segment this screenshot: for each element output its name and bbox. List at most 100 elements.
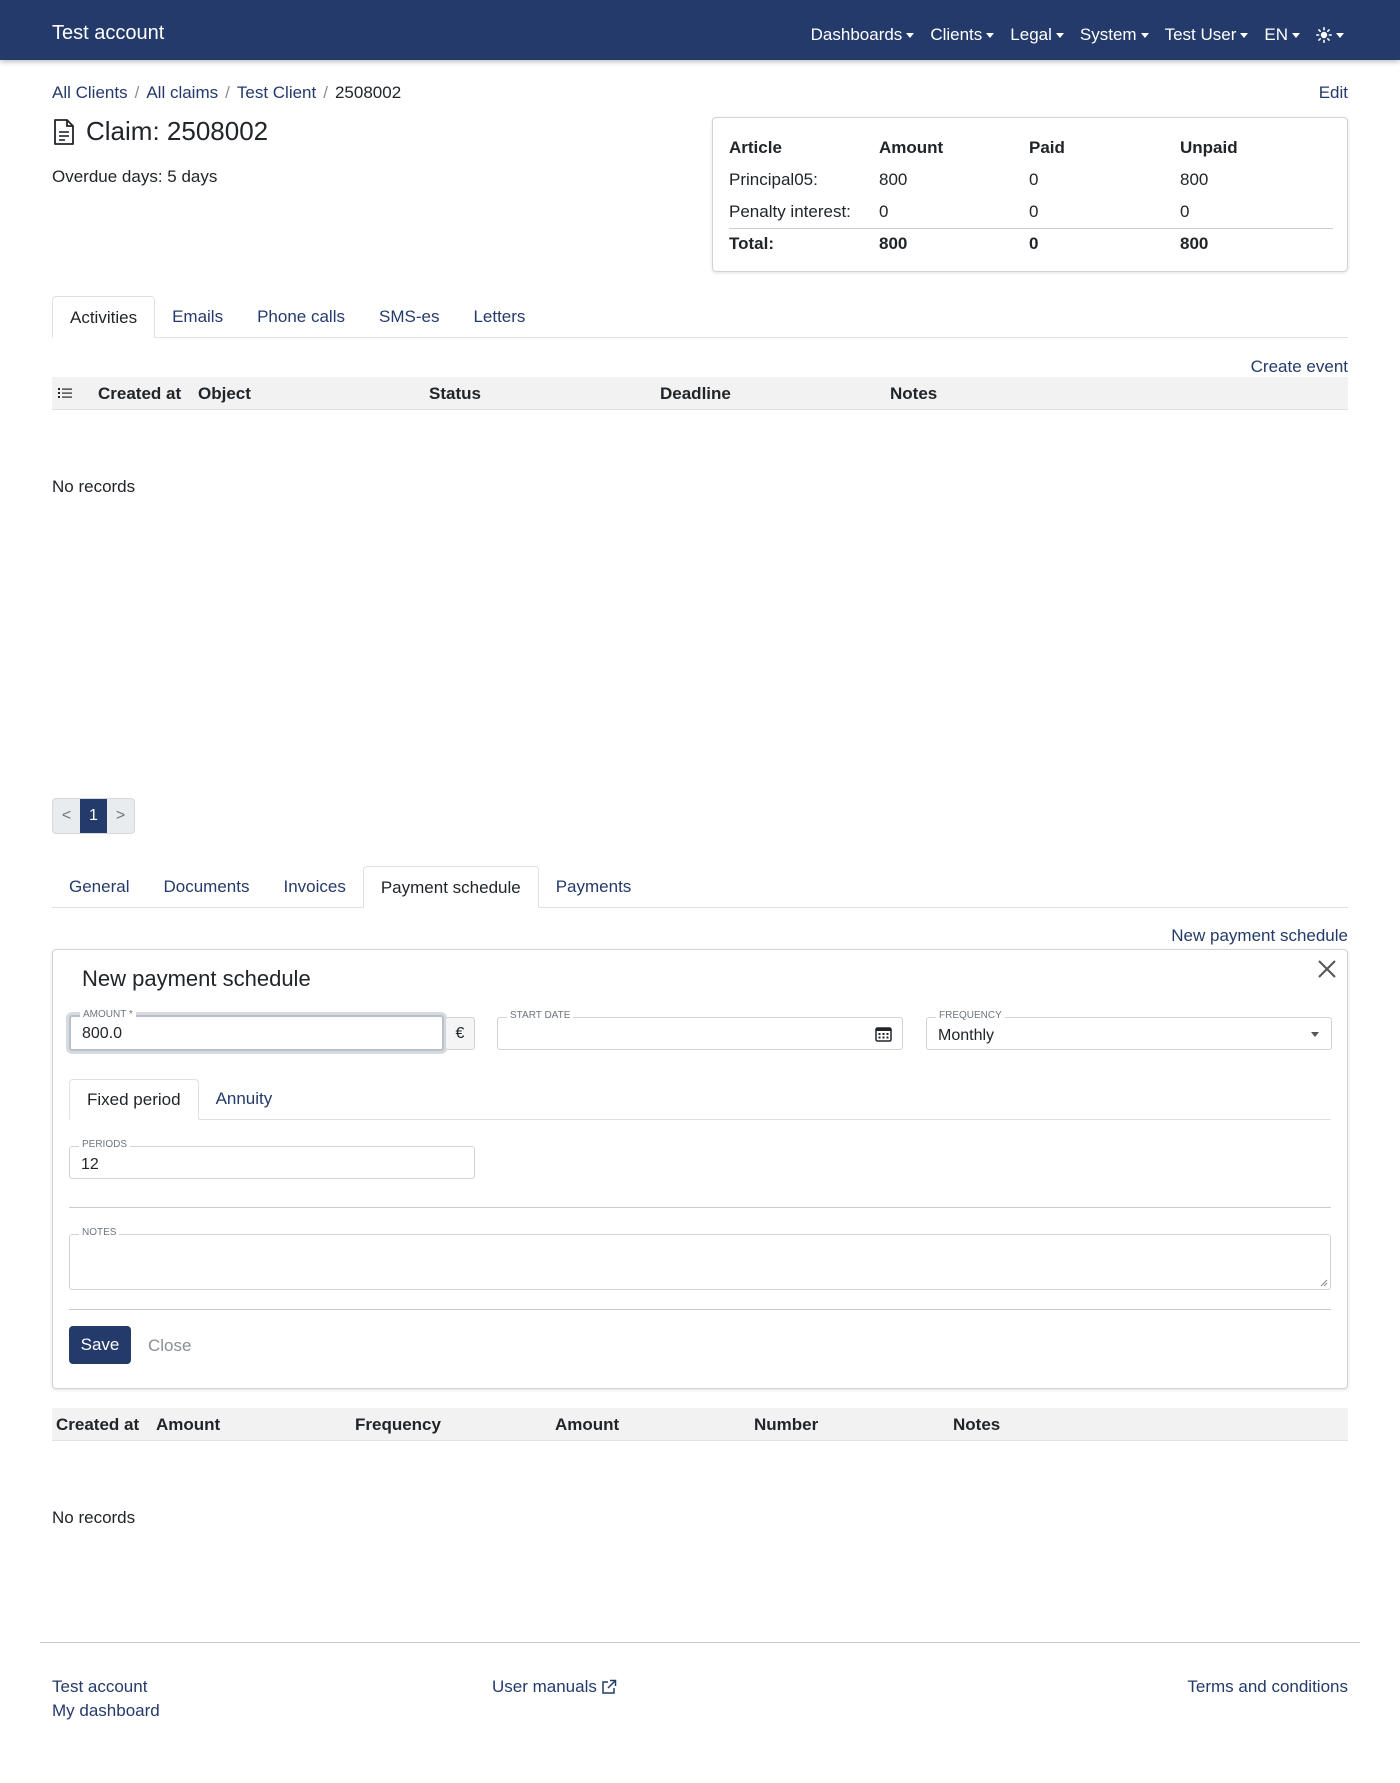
claim-summary-card: Article Amount Paid Unpaid Principal05: … xyxy=(712,117,1348,272)
nav-system[interactable]: System xyxy=(1080,25,1149,45)
nav-clients[interactable]: Clients xyxy=(930,25,995,45)
breadcrumb: All Clients / All claims / Test Client /… xyxy=(52,83,401,103)
column-header[interactable]: Created at xyxy=(56,1415,139,1435)
nav-legal-label: Legal xyxy=(1010,25,1052,44)
caret-down-icon xyxy=(1240,32,1249,38)
column-header[interactable]: Amount xyxy=(156,1415,220,1435)
summary-cell: 0 xyxy=(1180,201,1190,221)
column-header[interactable]: Status xyxy=(429,384,481,404)
frequency-label: FREQUENCY xyxy=(936,1010,1005,1021)
new-payment-schedule-link[interactable]: New payment schedule xyxy=(1171,926,1348,946)
tab-fixed-period[interactable]: Fixed period xyxy=(69,1079,199,1120)
notes-textarea[interactable]: NOTES xyxy=(69,1227,1331,1290)
breadcrumb-separator: / xyxy=(134,83,140,102)
nav-legal[interactable]: Legal xyxy=(1010,25,1064,45)
footer-terms-link[interactable]: Terms and conditions xyxy=(1187,1677,1348,1697)
breadcrumb-all-claims[interactable]: All claims xyxy=(146,83,218,103)
periods-input[interactable]: PERIODS 12 xyxy=(69,1139,475,1179)
document-icon xyxy=(54,118,74,145)
tab-annuity[interactable]: Annuity xyxy=(199,1079,290,1119)
sun-icon xyxy=(1316,27,1332,43)
start-date-input[interactable]: START DATE xyxy=(497,1010,903,1050)
summary-cell: 800 xyxy=(1180,170,1209,189)
tab-letters[interactable]: Letters xyxy=(456,296,542,337)
calendar-icon[interactable] xyxy=(875,1026,892,1042)
close-button[interactable]: Close xyxy=(148,1336,191,1356)
activities-table-header: Created at Object Status Deadline Notes xyxy=(52,377,1348,410)
start-date-label: START DATE xyxy=(507,1010,574,1021)
pagination-prev[interactable]: < xyxy=(53,799,80,833)
breadcrumb-separator: / xyxy=(323,83,328,102)
divider xyxy=(69,1207,1331,1208)
amount-input[interactable]: AMOUNT * 800.0 xyxy=(69,1009,444,1051)
column-header[interactable]: Amount xyxy=(555,1415,619,1435)
frequency-select[interactable]: FREQUENCY Monthly xyxy=(926,1010,1332,1050)
column-header[interactable]: Frequency xyxy=(355,1415,441,1435)
brand-link[interactable]: Test account xyxy=(52,22,164,45)
footer-manuals-label: User manuals xyxy=(492,1677,597,1696)
summary-total-cell: 800 xyxy=(879,227,1029,260)
nav-dashboards-label: Dashboards xyxy=(810,25,903,44)
currency-addon: € xyxy=(445,1017,475,1050)
summary-header: Amount xyxy=(879,138,944,157)
summary-row: Principal05: 800 0 800 xyxy=(729,164,1333,196)
no-records-text: No records xyxy=(52,477,136,496)
pagination: < 1 > xyxy=(52,798,135,834)
tab-invoices[interactable]: Invoices xyxy=(266,866,362,907)
amount-value: 800.0 xyxy=(82,1025,123,1042)
footer-divider xyxy=(40,1642,1360,1643)
tab-general[interactable]: General xyxy=(52,866,146,907)
caret-down-icon xyxy=(1292,32,1300,38)
list-view-icon[interactable] xyxy=(57,385,73,406)
save-button[interactable]: Save xyxy=(69,1326,131,1364)
column-header[interactable]: Notes xyxy=(953,1415,1000,1435)
summary-cell: Penalty interest: xyxy=(729,201,851,221)
nav-dashboards[interactable]: Dashboards xyxy=(811,25,915,45)
breadcrumb-test-client[interactable]: Test Client xyxy=(237,83,316,103)
claim-summary-table: Article Amount Paid Unpaid Principal05: … xyxy=(729,132,1333,260)
resize-handle-icon[interactable] xyxy=(1320,1279,1328,1287)
caret-down-icon xyxy=(1336,32,1344,38)
periods-value: 12 xyxy=(81,1156,99,1173)
create-event-link[interactable]: Create event xyxy=(1251,357,1348,377)
claim-title: Claim: 2508002 xyxy=(86,116,269,146)
footer-manuals-link[interactable]: User manuals xyxy=(492,1677,617,1697)
tab-documents[interactable]: Documents xyxy=(146,866,266,907)
edit-link[interactable]: Edit xyxy=(1319,83,1348,103)
overdue-days: Overdue days: 5 days xyxy=(52,167,218,186)
column-header[interactable]: Object xyxy=(198,384,251,404)
frequency-value: Monthly xyxy=(938,1027,995,1044)
tab-emails[interactable]: Emails xyxy=(155,296,240,337)
column-header[interactable]: Notes xyxy=(890,384,937,404)
summary-header: Unpaid xyxy=(1180,138,1238,157)
pagination-next[interactable]: > xyxy=(107,799,134,833)
tab-payment-schedule[interactable]: Payment schedule xyxy=(362,866,539,908)
close-icon[interactable] xyxy=(1315,957,1339,981)
nav-user-label: Test User xyxy=(1164,25,1237,44)
payment-schedule-form: New payment schedule AMOUNT * 800.0 € ST… xyxy=(52,949,1348,1389)
footer-dashboard-link[interactable]: My dashboard xyxy=(52,1701,160,1721)
nav-system-label: System xyxy=(1079,25,1137,44)
nav-user[interactable]: Test User xyxy=(1165,25,1249,45)
period-type-tabs: Fixed period Annuity xyxy=(69,1079,1331,1120)
nav-theme[interactable] xyxy=(1316,25,1344,45)
tab-phone-calls[interactable]: Phone calls xyxy=(240,296,362,337)
breadcrumb-all-clients[interactable]: All Clients xyxy=(52,83,128,103)
summary-header: Paid xyxy=(1029,138,1065,157)
column-header[interactable]: Deadline xyxy=(660,384,731,404)
footer-account-link[interactable]: Test account xyxy=(52,1677,147,1697)
pagination-page[interactable]: 1 xyxy=(80,799,107,833)
summary-cell: Principal05: xyxy=(729,170,818,189)
tab-payments[interactable]: Payments xyxy=(539,866,649,907)
periods-label: PERIODS xyxy=(79,1139,131,1150)
nav-language-label: EN xyxy=(1264,25,1288,44)
nav-language[interactable]: EN xyxy=(1264,25,1300,45)
page-title: Claim: 2508002 xyxy=(52,116,268,147)
tab-sms[interactable]: SMS-es xyxy=(362,296,456,337)
summary-header: Article xyxy=(729,138,782,157)
caret-down-icon xyxy=(906,32,915,38)
tab-activities[interactable]: Activities xyxy=(52,296,156,338)
column-header[interactable]: Number xyxy=(754,1415,818,1435)
column-header[interactable]: Created at xyxy=(98,384,181,404)
claim-tabs: General Documents Invoices Payment sched… xyxy=(52,866,1348,908)
